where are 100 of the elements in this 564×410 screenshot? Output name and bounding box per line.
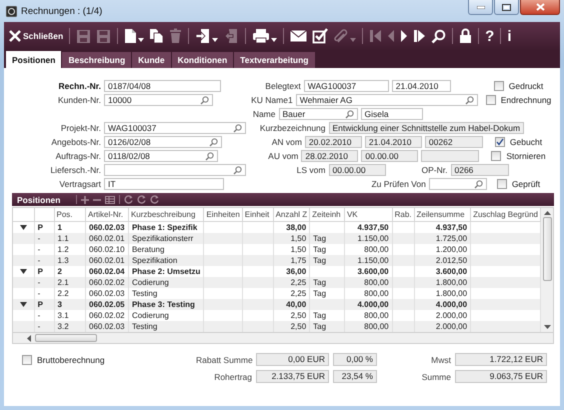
expand-icon[interactable] <box>20 269 27 274</box>
table-cell: - <box>34 321 54 332</box>
copy-icon <box>149 28 164 44</box>
input-field[interactable]: 0187/04/08 <box>104 80 221 92</box>
tab[interactable]: Beschreibung <box>62 52 132 68</box>
close-button[interactable] <box>520 0 560 15</box>
percent-field: 0,00 % <box>333 353 377 366</box>
tab[interactable]: Konditionen <box>172 52 234 68</box>
field-label: Zu Prüfen Von <box>370 179 426 189</box>
table-cell: Tag <box>310 277 344 288</box>
field-label: Rohertrag <box>213 372 252 382</box>
caret-icon <box>350 38 356 42</box>
field-label: LS vom <box>296 165 326 175</box>
amount-field: 0,00 EUR <box>256 353 329 366</box>
input-field[interactable]: Gisela <box>360 108 422 120</box>
search-field[interactable]: 10000 <box>104 94 213 106</box>
checkbox-label: Gedruckt <box>508 81 544 91</box>
column-header[interactable]: Artikel-Nr. <box>86 208 128 222</box>
horizontal-scrollbar[interactable] <box>12 332 554 344</box>
scroll-thumb[interactable] <box>542 217 552 281</box>
checkbox[interactable] <box>494 137 505 147</box>
scroll-up-icon[interactable] <box>544 211 550 215</box>
table-cell: Spezifikationsterr <box>128 233 204 244</box>
table-cell: 1.725,00 <box>414 233 471 244</box>
input-field[interactable]: 00262 <box>424 136 483 148</box>
input-field[interactable]: WAG100037 <box>304 80 389 92</box>
table-cell: 060.02.02 <box>86 277 128 288</box>
scroll-left-icon[interactable] <box>27 334 31 342</box>
checkbox[interactable] <box>491 151 502 161</box>
search-field[interactable] <box>428 178 487 190</box>
search-field[interactable]: WAG100037 <box>104 122 246 134</box>
input-field[interactable]: 21.04.2010 <box>392 80 451 92</box>
total-field: 9.063,75 EUR <box>455 370 547 383</box>
input-field[interactable]: 00.00.00 <box>361 150 418 162</box>
input-field[interactable] <box>421 150 480 162</box>
column-header[interactable]: Anzahl Z <box>273 208 310 222</box>
table-cell: 1.150,00 <box>344 255 392 266</box>
search-field[interactable]: Bauer <box>278 108 358 120</box>
vertical-scrollbar[interactable] <box>541 208 553 332</box>
checkbox[interactable] <box>496 179 507 189</box>
expand-icon[interactable] <box>20 302 27 307</box>
search-icon <box>232 166 242 174</box>
plus-icon[interactable] <box>81 196 90 204</box>
amount-field: 2.133,75 EUR <box>256 370 329 383</box>
expand-icon[interactable] <box>20 225 27 230</box>
toolbar-button[interactable]: i <box>505 25 514 47</box>
import-icon <box>195 28 212 44</box>
search-icon <box>474 180 483 188</box>
checkbox-label: Stornieren <box>506 151 546 161</box>
caret-icon <box>138 38 144 42</box>
search-field[interactable]: 0126/02/08 <box>104 136 222 148</box>
input-field[interactable]: Entwicklung einer Schnittstelle zum Habel-Dokum <box>328 122 524 134</box>
table-cell: 1.150,00 <box>344 233 392 244</box>
tab[interactable]: Positionen <box>6 51 62 68</box>
scroll-thumb[interactable] <box>35 334 97 342</box>
minimize-button[interactable] <box>468 0 493 15</box>
caret-icon <box>271 38 278 42</box>
checkbox[interactable] <box>494 81 504 91</box>
column-header[interactable]: Zuschlag Begründ <box>470 208 540 222</box>
input-field[interactable]: 20.02.2010 <box>304 136 362 148</box>
field-label: Auftrags-Nr. <box>54 151 101 161</box>
field-label: AU vom <box>267 151 298 161</box>
search-icon <box>200 96 209 104</box>
tab[interactable]: Textverarbeitung <box>234 52 315 68</box>
grid-icon[interactable] <box>105 196 116 204</box>
table-cell: 800,00 <box>344 277 392 288</box>
column-header[interactable]: Kurzbeschreibung <box>128 208 204 222</box>
search-field[interactable]: 0118/02/08 <box>104 150 218 162</box>
table-cell: 800,00 <box>344 321 392 332</box>
input-field[interactable]: 28.02.2010 <box>301 150 358 162</box>
table-cell: 060.02.05 <box>86 299 128 310</box>
table-cell: Phase 3: Testing <box>128 299 204 310</box>
search-icon <box>464 96 474 104</box>
checkbox[interactable] <box>486 95 496 105</box>
table-cell: 1.3 <box>54 255 86 266</box>
document-icon <box>124 28 138 44</box>
window-title: Rechnungen : (1/4) <box>21 6 102 16</box>
column-header[interactable]: Einheit <box>242 208 274 222</box>
search-field[interactable] <box>104 164 246 176</box>
input-field[interactable]: 0266 <box>450 164 508 176</box>
close-button[interactable]: Schließen <box>6 25 66 47</box>
column-header[interactable]: VK <box>344 208 392 222</box>
save-icon <box>96 28 112 44</box>
column-header[interactable]: Zeilensumme <box>414 208 471 222</box>
toolbar-button[interactable]: ? <box>483 25 496 47</box>
table-cell: 1,75 <box>273 255 310 266</box>
scroll-down-icon[interactable] <box>544 325 550 329</box>
column-header[interactable]: Einheiten <box>204 208 242 222</box>
input-field[interactable]: IT <box>104 178 224 190</box>
column-header[interactable]: Pos. <box>54 208 86 222</box>
tab[interactable]: Kunde <box>132 52 171 68</box>
checkbox[interactable] <box>22 354 32 364</box>
table-cell: 2.012,50 <box>414 255 471 266</box>
input-field[interactable]: 00.00.00 <box>328 164 386 176</box>
field-label: Mwst <box>430 354 451 364</box>
search-field[interactable]: Wehmaier AG <box>296 94 478 106</box>
column-header[interactable]: Rab. <box>392 208 414 222</box>
input-field[interactable]: 21.04.2010 <box>364 136 422 148</box>
column-header[interactable]: Zeiteinh <box>310 208 344 222</box>
maximize-button[interactable] <box>494 0 519 15</box>
